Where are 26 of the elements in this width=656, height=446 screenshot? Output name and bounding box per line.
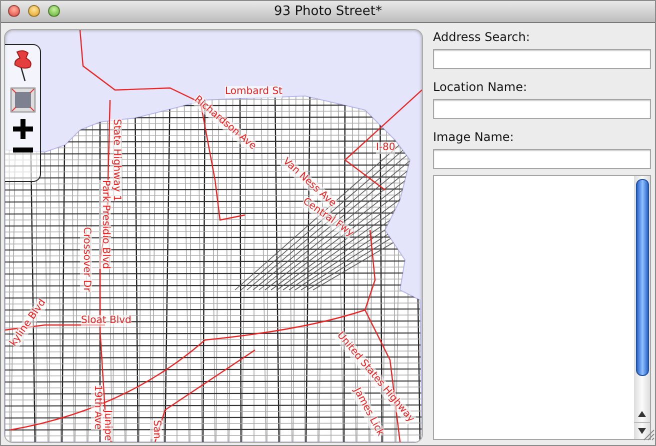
- street-label: Junipe: [101, 410, 113, 441]
- street-label: 19th Ave: [91, 385, 103, 430]
- text-area[interactable]: [433, 175, 651, 440]
- selection-icon[interactable]: [10, 87, 36, 113]
- resize-grip-icon[interactable]: [641, 427, 655, 441]
- field-label: Image Name:: [433, 130, 515, 145]
- close-button[interactable]: [8, 5, 20, 17]
- text-field[interactable]: [433, 149, 651, 169]
- street-label: San: [150, 420, 162, 439]
- field-label: Location Name:: [433, 80, 528, 95]
- street-label: Park Presidio Blvd: [99, 180, 111, 270]
- zoom-in-button[interactable]: [10, 117, 34, 141]
- street-label: I-80: [376, 142, 396, 154]
- street-label: State Highway 1: [110, 119, 122, 202]
- window-title: 93 Photo Street*: [274, 4, 382, 19]
- scrollbar[interactable]: [634, 176, 650, 439]
- zoom-out-button[interactable]: [10, 145, 34, 155]
- field-label: Address Search:: [433, 30, 531, 45]
- text-field[interactable]: [433, 49, 651, 69]
- text-field[interactable]: [433, 99, 651, 119]
- scroll-thumb[interactable]: [636, 179, 648, 376]
- street-label: Crossover Dr: [80, 227, 92, 292]
- street-label: Sloat Blvd: [81, 315, 132, 327]
- street-label: Lombard St: [225, 86, 282, 98]
- zoom-button[interactable]: [48, 5, 60, 17]
- minimize-button[interactable]: [28, 5, 40, 17]
